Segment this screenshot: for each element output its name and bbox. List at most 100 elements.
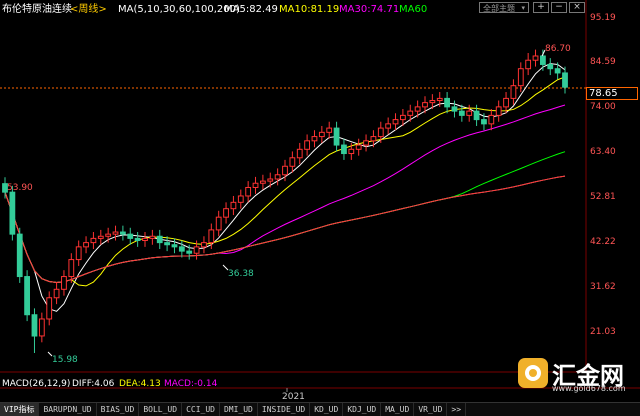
candle-body <box>38 318 45 337</box>
chevron-down-icon: ▾ <box>521 4 525 12</box>
candle-body <box>377 127 384 138</box>
candle-body <box>341 144 347 155</box>
candle-body <box>260 180 266 184</box>
tab-ma[interactable]: MA_UD <box>381 403 415 416</box>
candle-body <box>112 231 119 235</box>
candle-body <box>348 148 355 155</box>
tab-barupdn[interactable]: BARUPDN_UD <box>39 403 97 416</box>
price-tick: 21.03 <box>590 327 616 337</box>
candle-body <box>488 114 495 125</box>
candle-body <box>407 110 414 116</box>
candle-body <box>120 231 126 235</box>
candle-body <box>208 229 215 244</box>
candle-body <box>495 106 502 116</box>
candle-body <box>46 297 53 320</box>
candle-body <box>156 235 163 244</box>
candle-body <box>473 110 480 121</box>
ma5-value: MA5:82.49 <box>224 4 278 15</box>
candle-body <box>9 191 16 235</box>
candle-body <box>318 131 325 138</box>
tab-inside[interactable]: INSIDE_UD <box>258 403 311 416</box>
candle-body <box>53 288 60 299</box>
candle-body <box>97 235 104 239</box>
macd-diff: DIFF:4.06 <box>72 379 115 389</box>
tab-dmi[interactable]: DMI_UD <box>220 403 258 416</box>
candle-body <box>400 114 406 121</box>
candle-body <box>525 59 532 70</box>
tab-boll[interactable]: BOLL_UD <box>139 403 183 416</box>
candle-body <box>68 259 75 278</box>
candle-body <box>458 110 465 116</box>
zoom-out-button[interactable]: − <box>551 2 567 13</box>
candle-body <box>24 276 30 316</box>
low-annotation: 15.98 <box>52 355 78 365</box>
kline-chart[interactable]: 布伦特原油连续 <周线> MA(5,10,30,60,100,200) MA5:… <box>0 0 640 415</box>
candle-body <box>385 123 392 129</box>
candle-body <box>164 242 170 246</box>
candle-body <box>142 237 148 242</box>
candle-body <box>554 68 561 74</box>
candle-body <box>540 55 546 65</box>
ma-params: MA(5,10,30,60,100,200) <box>118 4 240 15</box>
candle-body <box>171 244 178 248</box>
zoom-in-button[interactable]: + <box>533 2 549 13</box>
price-tick: 42.22 <box>590 237 616 247</box>
price-tick: 31.62 <box>590 282 616 292</box>
candle-body <box>503 97 509 108</box>
candle-body <box>304 140 311 150</box>
ma60-value: MA60 <box>399 4 427 15</box>
theme-dropdown-label: 全部主题 <box>483 4 515 13</box>
candle-body <box>267 178 274 182</box>
logo-icon <box>518 358 548 388</box>
candle-body <box>296 148 303 159</box>
candle-body <box>75 246 82 261</box>
price-tick: 84.59 <box>590 57 616 67</box>
indicator-tabs: VIP指标 BARUPDN_UD BIAS_UD BOLL_UD CCI_UD … <box>0 402 640 416</box>
tab-vip[interactable]: VIP指标 <box>0 403 40 416</box>
candle-body <box>289 157 296 167</box>
candle-body <box>201 242 207 248</box>
theme-dropdown[interactable]: 全部主题 ▾ <box>479 2 529 13</box>
tab-kdj[interactable]: KDJ_UD <box>343 403 382 416</box>
macd-label: MACD(26,12,9) <box>2 379 70 389</box>
candle-body <box>311 136 318 142</box>
candle-body <box>31 314 38 337</box>
candle-body <box>134 237 141 242</box>
candle-body <box>178 246 185 252</box>
price-tick: 95.19 <box>590 13 616 23</box>
candle-body <box>282 165 288 176</box>
watermark: 汇金网 www.gold678.com <box>518 354 628 394</box>
high-annotation: 86.70 <box>545 44 571 54</box>
candle-body <box>90 237 97 244</box>
candle-body <box>326 127 333 133</box>
watermark-url: www.gold678.com <box>552 384 626 393</box>
candle-body <box>223 208 229 218</box>
tab-cci[interactable]: CCI_UD <box>182 403 220 416</box>
period-label[interactable]: <周线> <box>70 2 107 15</box>
close-icon[interactable]: × <box>569 2 585 13</box>
current-price-box: 78.65 <box>586 87 638 100</box>
tab-vr[interactable]: VR_UD <box>414 403 448 416</box>
candle-body <box>444 97 451 108</box>
candle-body <box>436 97 443 102</box>
tab-more[interactable]: >> <box>447 403 467 416</box>
candle-body <box>215 216 222 231</box>
candle-body <box>547 63 554 70</box>
candle-body <box>414 106 421 112</box>
price-tick: 63.40 <box>590 147 616 157</box>
candle-body <box>333 127 340 146</box>
candle-body <box>355 144 362 150</box>
candle-body <box>429 100 436 104</box>
candle-body <box>186 250 193 254</box>
candle-body <box>466 110 473 116</box>
candle-body <box>274 174 281 180</box>
tab-kd[interactable]: KD_UD <box>310 403 344 416</box>
candle-body <box>237 195 244 203</box>
candle-body <box>562 72 568 88</box>
candle-body <box>230 201 237 210</box>
candle-body <box>252 182 259 188</box>
candle-body <box>363 140 369 146</box>
candle-body <box>510 85 517 99</box>
tab-bias[interactable]: BIAS_UD <box>97 403 140 416</box>
candle-body <box>16 233 23 278</box>
